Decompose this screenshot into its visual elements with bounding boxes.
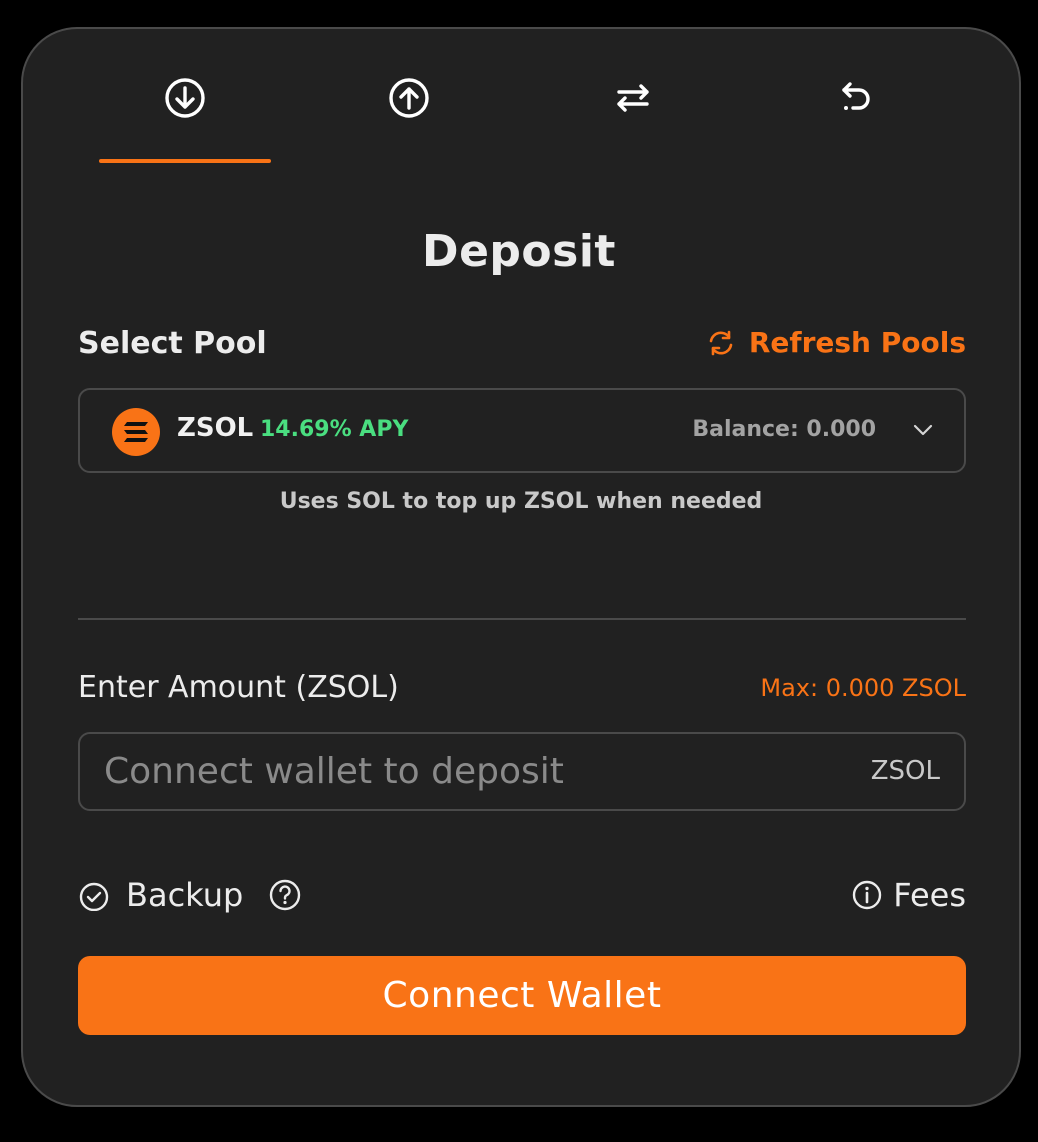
max-amount-button[interactable]: Max: 0.000 ZSOL [760,674,966,702]
amount-input[interactable] [104,734,844,809]
arrow-up-circle-icon [389,78,429,118]
divider [78,618,966,620]
question-circle-icon [269,879,301,911]
pool-hint-text: Uses SOL to top up ZSOL when needed [279,489,763,514]
refresh-icon [709,330,733,355]
tab-bar [77,60,973,170]
pool-select-dropdown[interactable]: ZSOL 14.69% APY Balance: 0.000 [78,388,966,473]
solana-logo-icon [112,408,160,456]
refresh-pools-button[interactable]: Refresh Pools [707,326,966,359]
tab-undo[interactable] [771,60,943,136]
arrow-down-circle-icon [165,78,205,118]
connect-wallet-button[interactable]: Connect Wallet [78,956,966,1035]
undo-arrow-icon [842,82,870,110]
backup-help-button[interactable] [268,878,302,916]
amount-field: ZSOL [78,732,966,811]
pool-balance: Balance: 0.000 [692,417,876,442]
backup-toggle[interactable]: Backup [78,876,243,914]
tab-deposit[interactable] [99,60,271,136]
amount-label: Enter Amount (ZSOL) [78,670,399,705]
tab-withdraw[interactable] [323,60,495,136]
tab-swap[interactable] [547,60,719,136]
deposit-card [21,27,1021,1107]
check-circle-icon [79,882,109,911]
pool-apy-badge: 14.69% APY [260,417,409,442]
fees-label: Fees [893,876,966,914]
chevron-down-icon [913,424,933,436]
select-pool-label: Select Pool [78,326,267,361]
active-tab-indicator [99,159,271,163]
amount-unit: ZSOL [870,756,940,786]
fees-button[interactable]: Fees [851,876,966,914]
backup-label: Backup [126,876,244,914]
page-title: Deposit [422,226,616,277]
refresh-pools-label: Refresh Pools [748,326,966,359]
info-circle-icon [853,880,882,910]
swap-arrows-icon [617,84,649,112]
pool-symbol: ZSOL [177,413,254,443]
